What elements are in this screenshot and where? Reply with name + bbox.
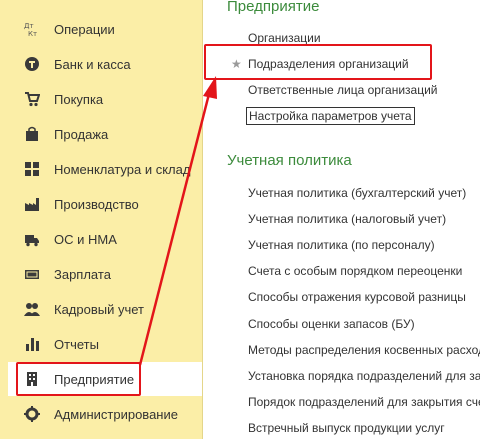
section-title-enterprise: Предприятие — [227, 0, 320, 15]
people-icon — [24, 301, 40, 317]
sidebar-item-nomenclature[interactable]: Номенклатура и склад — [8, 152, 202, 186]
grid-icon — [24, 161, 40, 177]
svg-text:Кт: Кт — [28, 30, 37, 37]
sidebar-item-label: Продажа — [54, 126, 109, 142]
link-department-order-setup[interactable]: Установка порядка подразделений для закр… — [248, 368, 480, 384]
link-org-departments[interactable]: Подразделения организаций — [248, 56, 409, 72]
app-window: Дт Кт Операции Банк и касса Покупка Прод… — [0, 0, 480, 439]
sidebar-item-bank[interactable]: Банк и касса — [8, 47, 202, 81]
main-panel: Предприятие Организации ★ Подразделения … — [203, 0, 480, 439]
truck-icon — [24, 231, 40, 247]
cart-icon — [24, 91, 40, 107]
sidebar-item-operations[interactable]: Дт Кт Операции — [8, 12, 202, 46]
money-icon — [24, 266, 40, 282]
gear-icon — [24, 406, 40, 422]
sidebar-item-purchase[interactable]: Покупка — [8, 82, 202, 116]
link-responsible-persons[interactable]: Ответственные лица организаций — [248, 82, 438, 98]
sidebar-item-label: Предприятие — [54, 371, 135, 387]
sidebar-item-label: ОС и НМА — [54, 231, 117, 247]
sidebar-item-salary[interactable]: Зарплата — [8, 257, 202, 291]
sidebar-item-label: Зарплата — [54, 266, 111, 282]
sidebar-item-reports[interactable]: Отчеты — [8, 327, 202, 361]
sidebar: Дт Кт Операции Банк и касса Покупка Прод… — [0, 0, 203, 439]
link-indirect-costs[interactable]: Методы распределения косвенных расходов — [248, 342, 480, 358]
sidebar-item-enterprise[interactable]: Предприятие — [8, 362, 202, 396]
sidebar-item-label: Производство — [54, 196, 139, 212]
sidebar-item-label: Покупка — [54, 91, 104, 107]
building-icon — [24, 371, 40, 387]
bank-icon — [24, 56, 40, 72]
sidebar-item-label: Номенклатура и склад — [54, 161, 191, 177]
link-exchange-differences[interactable]: Способы отражения курсовой разницы — [248, 289, 466, 305]
link-inventory-valuation[interactable]: Способы оценки запасов (БУ) — [248, 316, 415, 332]
sidebar-item-label: Кадровый учет — [54, 301, 144, 317]
sidebar-item-label: Отчеты — [54, 336, 99, 352]
link-policy-personnel[interactable]: Учетная политика (по персоналу) — [248, 237, 435, 253]
link-accounting-settings[interactable]: Настройка параметров учета — [246, 107, 415, 125]
sidebar-item-production[interactable]: Производство — [8, 187, 202, 221]
section-title-accounting-policy: Учетная политика — [227, 152, 352, 169]
sidebar-item-fixed-assets[interactable]: ОС и НМА — [8, 222, 202, 256]
link-policy-bu[interactable]: Учетная политика (бухгалтерский учет) — [248, 185, 466, 201]
link-counter-output[interactable]: Встречный выпуск продукции услуг — [248, 420, 445, 436]
svg-text:Дт: Дт — [24, 22, 34, 30]
bag-icon — [24, 126, 40, 142]
link-policy-tax[interactable]: Учетная политика (налоговый учет) — [248, 211, 446, 227]
chart-icon — [24, 336, 40, 352]
sidebar-item-label: Администрирование — [54, 406, 178, 422]
link-revaluation-accounts[interactable]: Счета с особым порядком переоценки — [248, 263, 462, 279]
link-department-order-closing[interactable]: Порядок подразделений для закрытия счето… — [248, 394, 480, 410]
sidebar-item-label: Банк и касса — [54, 56, 131, 72]
link-organizations[interactable]: Организации — [248, 30, 321, 46]
favorite-star-icon[interactable]: ★ — [231, 56, 242, 72]
sidebar-item-sales[interactable]: Продажа — [8, 117, 202, 151]
sidebar-item-administration[interactable]: Администрирование — [8, 397, 202, 431]
sidebar-item-hr[interactable]: Кадровый учет — [8, 292, 202, 326]
operations-icon: Дт Кт — [24, 21, 40, 37]
factory-icon — [24, 196, 40, 212]
sidebar-item-label: Операции — [54, 21, 115, 37]
